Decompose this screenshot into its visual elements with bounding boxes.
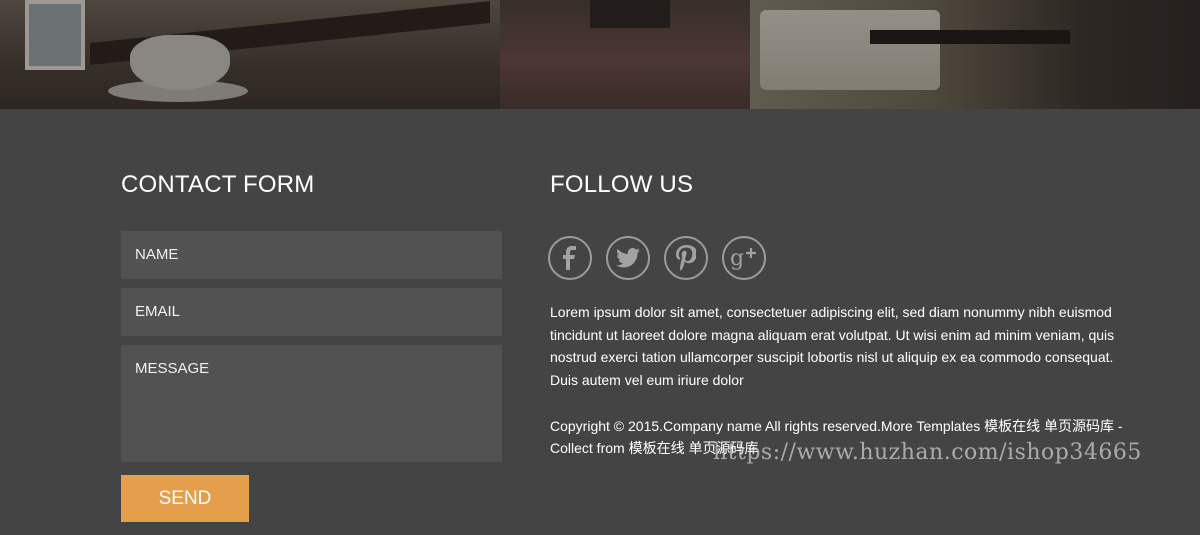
name-placeholder: NAME — [135, 246, 179, 263]
pinterest-icon[interactable] — [664, 236, 708, 280]
send-button[interactable]: SEND — [121, 475, 249, 522]
contact-form-title: CONTACT FORM — [121, 171, 315, 198]
google-plus-icon[interactable]: g — [722, 236, 766, 280]
facebook-icon[interactable] — [548, 236, 592, 280]
twitter-icon[interactable] — [606, 236, 650, 280]
hero-photo — [0, 0, 1200, 109]
social-icons: g — [548, 236, 766, 282]
follow-description: Lorem ipsum dolor sit amet, consectetuer… — [550, 304, 1115, 388]
message-field[interactable]: MESSAGE — [121, 345, 502, 462]
follow-us-title: FOLLOW US — [550, 171, 694, 198]
message-placeholder: MESSAGE — [135, 360, 210, 377]
email-field[interactable]: EMAIL — [121, 288, 502, 336]
email-placeholder: EMAIL — [135, 303, 181, 320]
svg-text:g: g — [730, 246, 744, 271]
name-field[interactable]: NAME — [121, 231, 502, 279]
watermark-url: https://www.huzhan.com/ishop34665 — [713, 440, 1142, 465]
